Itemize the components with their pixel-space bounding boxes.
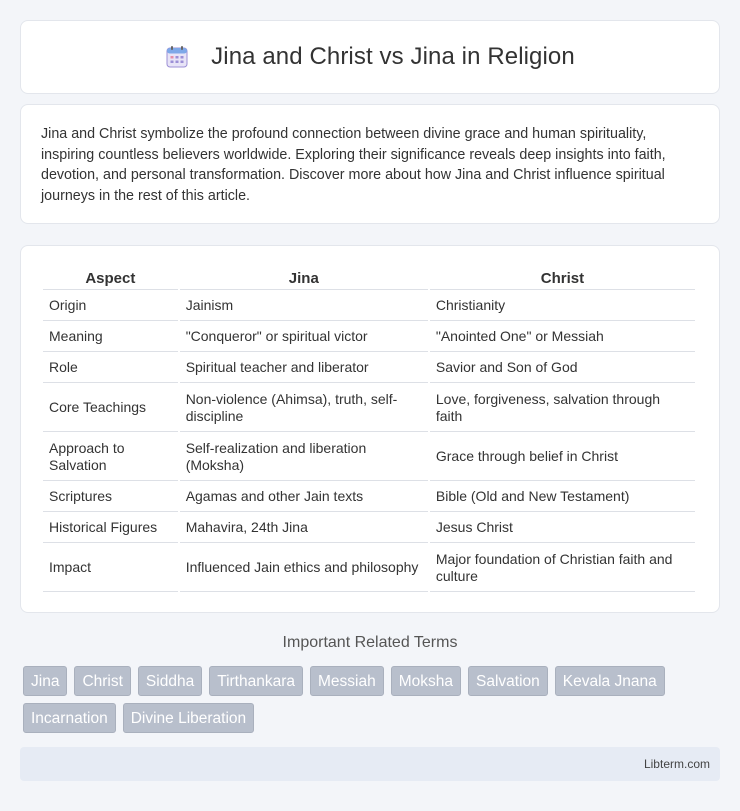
table-cell: Jesus Christ xyxy=(429,514,695,543)
table-cell: Role xyxy=(43,354,178,383)
tag-incarnation[interactable]: Incarnation xyxy=(23,703,116,733)
table-row: Role Spiritual teacher and liberator Sav… xyxy=(43,354,695,383)
footer: Libterm.com xyxy=(20,747,720,781)
table-cell: Major foundation of Christian faith and … xyxy=(429,545,695,592)
table-row: Core Teachings Non-violence (Ahimsa), tr… xyxy=(43,385,695,432)
table-cell: Savior and Son of God xyxy=(429,354,695,383)
intro-card: Jina and Christ symbolize the profound c… xyxy=(20,104,720,224)
table-cell: Grace through belief in Christ xyxy=(429,434,695,481)
header-card: Jina and Christ vs Jina in Religion xyxy=(20,20,720,94)
table-header-row: Aspect Jina Christ xyxy=(43,264,695,290)
header-aspect: Aspect xyxy=(43,264,178,290)
tag-siddha[interactable]: Siddha xyxy=(137,666,203,696)
table-cell: Meaning xyxy=(43,323,178,352)
table-cell: Impact xyxy=(43,545,178,592)
table-cell: Love, forgiveness, salvation through fai… xyxy=(429,385,695,432)
table-cell: Bible (Old and New Testament) xyxy=(429,483,695,512)
table-cell: "Conqueror" or spiritual victor xyxy=(179,323,428,352)
tag-divine-liberation[interactable]: Divine Liberation xyxy=(122,703,255,733)
table-cell: Jainism xyxy=(179,292,428,321)
table-cell: Spiritual teacher and liberator xyxy=(179,354,428,383)
table-row: Impact Influenced Jain ethics and philos… xyxy=(43,545,695,592)
header-christ: Christ xyxy=(429,264,695,290)
tag-jina[interactable]: Jina xyxy=(23,666,68,696)
table-row: Origin Jainism Christianity xyxy=(43,292,695,321)
tag-tirthankara[interactable]: Tirthankara xyxy=(209,666,304,696)
tag-messiah[interactable]: Messiah xyxy=(310,666,384,696)
header-jina: Jina xyxy=(179,264,428,290)
comparison-table-card: Aspect Jina Christ Origin Jainism Christ… xyxy=(20,245,720,613)
tag-salvation[interactable]: Salvation xyxy=(468,666,548,696)
intro-paragraph: Jina and Christ symbolize the profound c… xyxy=(41,126,666,204)
calendar-icon xyxy=(166,46,188,68)
table-cell: Mahavira, 24th Jina xyxy=(179,514,428,543)
table-cell: Historical Figures xyxy=(43,514,178,543)
related-terms-title: Important Related Terms xyxy=(282,634,458,651)
title-wrap: Jina and Christ vs Jina in Religion xyxy=(165,43,575,71)
table-cell: Christianity xyxy=(429,292,695,321)
tag-kevala-jnana[interactable]: Kevala Jnana xyxy=(554,666,665,696)
table-cell: Non-violence (Ahimsa), truth, self-disci… xyxy=(179,385,428,432)
table-cell: Influenced Jain ethics and philosophy xyxy=(179,545,428,592)
footer-site-link[interactable]: Libterm.com xyxy=(644,757,710,771)
table-row: Historical Figures Mahavira, 24th Jina J… xyxy=(43,514,695,543)
table-cell: Agamas and other Jain texts xyxy=(179,483,428,512)
table-row: Approach to Salvation Self-realization a… xyxy=(43,434,695,481)
page-title: Jina and Christ vs Jina in Religion xyxy=(211,43,575,70)
table-cell: Self-realization and liberation (Moksha) xyxy=(179,434,428,481)
comparison-table: Aspect Jina Christ Origin Jainism Christ… xyxy=(41,262,697,594)
tag-moksha[interactable]: Moksha xyxy=(390,666,462,696)
table-row: Meaning "Conqueror" or spiritual victor … xyxy=(43,323,695,352)
table-cell: Origin xyxy=(43,292,178,321)
table-row: Scriptures Agamas and other Jain texts B… xyxy=(43,483,695,512)
tag-christ[interactable]: Christ xyxy=(74,666,131,696)
table-cell: "Anointed One" or Messiah xyxy=(429,323,695,352)
table-cell: Scriptures xyxy=(43,483,178,512)
related-terms-tags: Jina Christ Siddha Tirthankara Messiah M… xyxy=(23,666,683,733)
table-cell: Approach to Salvation xyxy=(43,434,178,481)
table-cell: Core Teachings xyxy=(43,385,178,432)
